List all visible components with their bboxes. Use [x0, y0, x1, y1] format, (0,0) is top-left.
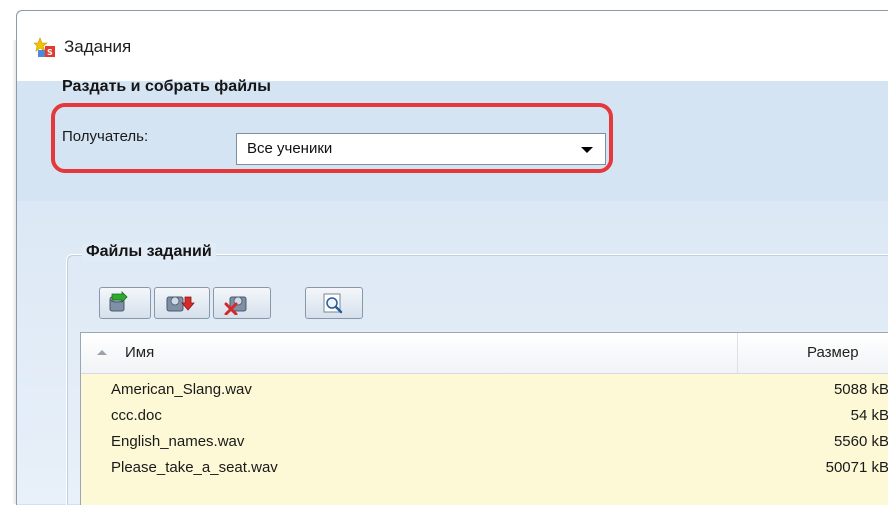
- sort-ascending-icon[interactable]: [97, 350, 107, 355]
- table-header: Имя Размер: [81, 333, 888, 374]
- file-size: 54 kB: [850, 407, 888, 424]
- preview-icon: [323, 293, 343, 314]
- section-title: Раздать и собрать файлы: [62, 78, 271, 95]
- file-size: 50071 kB: [825, 459, 888, 476]
- files-table: Имя Размер American_Slang.wav 5088 kB cc…: [80, 332, 888, 505]
- svg-text:S: S: [47, 48, 53, 57]
- column-header-size[interactable]: Размер: [807, 344, 859, 361]
- file-size: 5088 kB: [833, 381, 888, 398]
- table-row[interactable]: English_names.wav 5560 kB: [81, 428, 888, 454]
- delete-file-icon: [224, 296, 247, 315]
- recipient-value: Все ученики: [247, 140, 333, 157]
- window-title: Задания: [64, 37, 132, 56]
- table-row[interactable]: Please_take_a_seat.wav 50071 kB: [81, 454, 888, 480]
- file-name: American_Slang.wav: [111, 381, 252, 398]
- table-body: American_Slang.wav 5088 kB ccc.doc 54 kB…: [81, 374, 888, 505]
- add-file-icon: [109, 291, 128, 312]
- delete-file-button[interactable]: [213, 287, 271, 319]
- table-row[interactable]: ccc.doc 54 kB: [81, 402, 888, 428]
- column-divider[interactable]: [737, 333, 738, 373]
- table-row[interactable]: American_Slang.wav 5088 kB: [81, 376, 888, 402]
- column-header-name[interactable]: Имя: [125, 344, 154, 361]
- preview-button[interactable]: [305, 287, 363, 319]
- file-name: Please_take_a_seat.wav: [111, 459, 278, 476]
- app-icon: S: [33, 37, 56, 59]
- file-name: ccc.doc: [111, 407, 162, 424]
- collect-files-button[interactable]: [154, 287, 210, 319]
- collect-files-icon: [166, 296, 195, 312]
- chevron-down-icon: [581, 147, 593, 153]
- recipient-dropdown[interactable]: Все ученики: [236, 133, 606, 165]
- file-name: English_names.wav: [111, 433, 245, 450]
- file-size: 5560 kB: [833, 433, 888, 450]
- add-file-button[interactable]: [99, 287, 151, 319]
- recipient-label: Получатель:: [62, 128, 149, 145]
- title-bar: S Задания: [17, 11, 888, 81]
- files-group-title: Файлы заданий: [82, 243, 216, 261]
